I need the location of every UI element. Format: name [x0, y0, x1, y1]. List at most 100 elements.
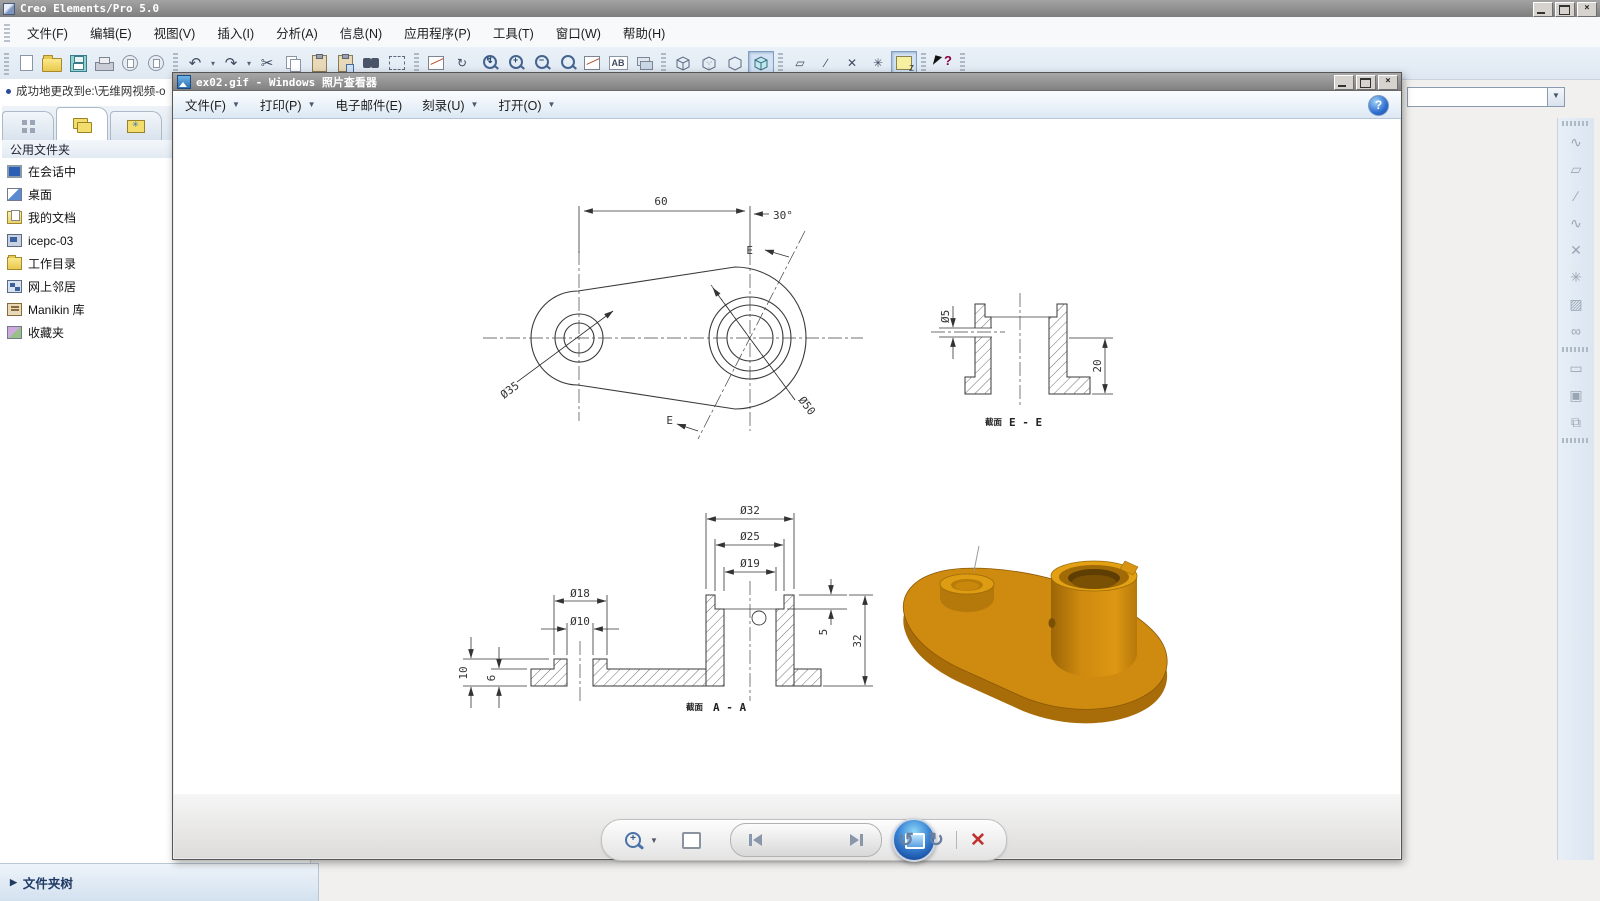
creo-close-button[interactable]: ×	[1577, 2, 1597, 17]
sketch-display-icon[interactable]: ∿	[1561, 129, 1591, 155]
sidebar-item-desktop[interactable]: 桌面	[2, 183, 172, 206]
dim-6-label: 6	[485, 675, 498, 682]
controls-pill: + ▼ ↺ ↻ ✕	[601, 818, 1007, 862]
print-preview-icon[interactable]	[117, 51, 143, 75]
menu-edit[interactable]: 编辑(E)	[79, 19, 143, 46]
annotation-group-icon[interactable]: ⧉	[1561, 409, 1591, 435]
sidebar-item-favorites[interactable]: 收藏夹	[2, 321, 172, 344]
pv-menu-burn[interactable]: 刻录(U) ▼	[410, 91, 486, 118]
dim-d50-label: Ø50	[796, 394, 818, 418]
tab-favorites[interactable]	[110, 111, 162, 140]
section-display-icon[interactable]: ▨	[1561, 291, 1591, 317]
sidebar-item-manikin-library[interactable]: Manikin 库	[2, 298, 172, 321]
pv-close-button[interactable]: ×	[1378, 75, 1398, 90]
menu-file[interactable]: 文件(F)	[16, 19, 79, 46]
menu-info[interactable]: 信息(N)	[329, 19, 393, 46]
previous-button[interactable]	[741, 828, 769, 852]
delete-icon: ✕	[970, 829, 986, 851]
combo-dropdown-icon[interactable]: ▼	[1547, 88, 1564, 106]
menu-tools[interactable]: 工具(T)	[482, 19, 545, 46]
pv-menu-email[interactable]: 电子邮件(E)	[323, 91, 410, 118]
next-button[interactable]	[843, 828, 871, 852]
open-file-icon[interactable]	[39, 51, 65, 75]
dim-60-label: 60	[654, 195, 667, 208]
status-message: 成功地更改到e:\无维网视频-o	[16, 86, 166, 98]
annotation-image-icon[interactable]: ▣	[1561, 382, 1591, 408]
email-icon[interactable]	[143, 51, 169, 75]
expander-arrow-icon: ▶	[10, 877, 17, 887]
menu-analysis[interactable]: 分析(A)	[265, 19, 329, 46]
control-divider	[952, 830, 960, 850]
combo-field[interactable]	[1408, 88, 1547, 106]
fit-to-window-button[interactable]	[678, 830, 704, 850]
right-toolbar: ∿ ▱ ∕ ∿ ✕ ✳ ▨ ∞ ▭ ▣ ⧉	[1557, 118, 1594, 860]
sidebar-item-working-directory[interactable]: 工作目录	[2, 252, 172, 275]
dim-d18-label: Ø18	[570, 587, 590, 600]
dropdown-arrow-icon: ▼	[547, 100, 556, 109]
pv-menu-print[interactable]: 打印(P) ▼	[248, 91, 324, 118]
favorites-icon	[7, 326, 22, 339]
network-neighborhood-icon	[7, 280, 22, 293]
status-bullet-icon	[6, 88, 11, 94]
tab-folder-browser[interactable]	[56, 107, 108, 140]
manikin-library-icon	[7, 303, 22, 316]
menu-applications[interactable]: 应用程序(P)	[393, 19, 482, 46]
rotate-ccw-button[interactable]: ↺	[894, 828, 918, 852]
menubar-drag-handle[interactable]	[4, 22, 10, 42]
zoom-dropdown-icon[interactable]: ▼	[648, 832, 660, 848]
pv-minimize-button[interactable]	[1334, 75, 1354, 90]
sidebar-item-in-session[interactable]: 在会话中	[2, 160, 172, 183]
menu-insert[interactable]: 插入(I)	[206, 19, 265, 46]
save-icon[interactable]	[65, 51, 91, 75]
dim-d35-label: Ø35	[498, 379, 522, 401]
photo-viewer-title-bar[interactable]: ex02.gif - Windows 照片查看器 ×	[173, 73, 1401, 91]
rotate-ccw-icon: ↺	[898, 829, 914, 851]
part-3d-render	[902, 545, 1168, 724]
command-search-combobox[interactable]: ▼	[1407, 87, 1565, 107]
folder-browser-icon	[73, 117, 92, 133]
sidebar-item-label: 网上邻居	[28, 280, 77, 294]
in-session-icon	[7, 165, 22, 178]
point-display-icon[interactable]: ✕	[1561, 237, 1591, 263]
link-display-icon[interactable]: ∞	[1561, 318, 1591, 344]
menu-view[interactable]: 视图(V)	[143, 19, 207, 46]
menu-window[interactable]: 窗口(W)	[545, 19, 612, 46]
section-aa-caption: A - A	[713, 701, 746, 714]
folder-tree-expander[interactable]: ▶ 文件夹树	[0, 863, 319, 901]
previous-icon	[753, 834, 762, 846]
pv-maximize-button[interactable]	[1356, 75, 1376, 90]
plane-display-icon[interactable]: ▱	[1561, 156, 1591, 182]
csys-display-icon[interactable]: ✳	[1561, 264, 1591, 290]
navigator-tabs	[2, 106, 172, 141]
zoom-button[interactable]: +	[620, 828, 646, 852]
tab-model-tree[interactable]	[2, 111, 54, 140]
rotate-cw-button[interactable]: ↻	[924, 828, 948, 852]
computer-icon	[7, 234, 22, 247]
desktop-icon	[7, 188, 22, 201]
axis-display-icon[interactable]: ∕	[1561, 183, 1591, 209]
favorites-tab-icon	[127, 119, 145, 133]
sidebar-item-computer[interactable]: icepc-03	[2, 229, 172, 252]
delete-button[interactable]: ✕	[964, 828, 992, 852]
sidebar-item-label: 桌面	[28, 188, 53, 202]
photo-viewer-control-bar: + ▼ ↺ ↻ ✕	[174, 794, 1400, 862]
new-file-icon[interactable]	[13, 51, 39, 75]
curve-display-icon[interactable]: ∿	[1561, 210, 1591, 236]
sidebar-item-my-documents[interactable]: 我的文档	[2, 206, 172, 229]
sidebar-item-network-neighborhood[interactable]: 网上邻居	[2, 275, 172, 298]
creo-minimize-button[interactable]	[1533, 2, 1553, 17]
dropdown-arrow-icon: ▼	[307, 100, 316, 109]
annotation-plane-icon[interactable]: ▭	[1561, 355, 1591, 381]
creo-title-bar: Creo Elements/Pro 5.0 ×	[0, 0, 1600, 18]
dim-5-label: 5	[817, 629, 830, 636]
model-tree-icon	[21, 119, 35, 133]
print-icon[interactable]	[91, 51, 117, 75]
pv-menu-open[interactable]: 打开(O) ▼	[486, 91, 563, 118]
creo-maximize-button[interactable]	[1555, 2, 1575, 17]
menu-help[interactable]: 帮助(H)	[612, 19, 676, 46]
section-letter-bottom: E	[666, 414, 673, 427]
pv-help-button[interactable]: ?	[1368, 95, 1389, 116]
sidebar-item-label: 我的文档	[28, 211, 77, 225]
dim-30deg-label: 30°	[773, 209, 793, 222]
pv-menu-file[interactable]: 文件(F) ▼	[173, 91, 248, 118]
